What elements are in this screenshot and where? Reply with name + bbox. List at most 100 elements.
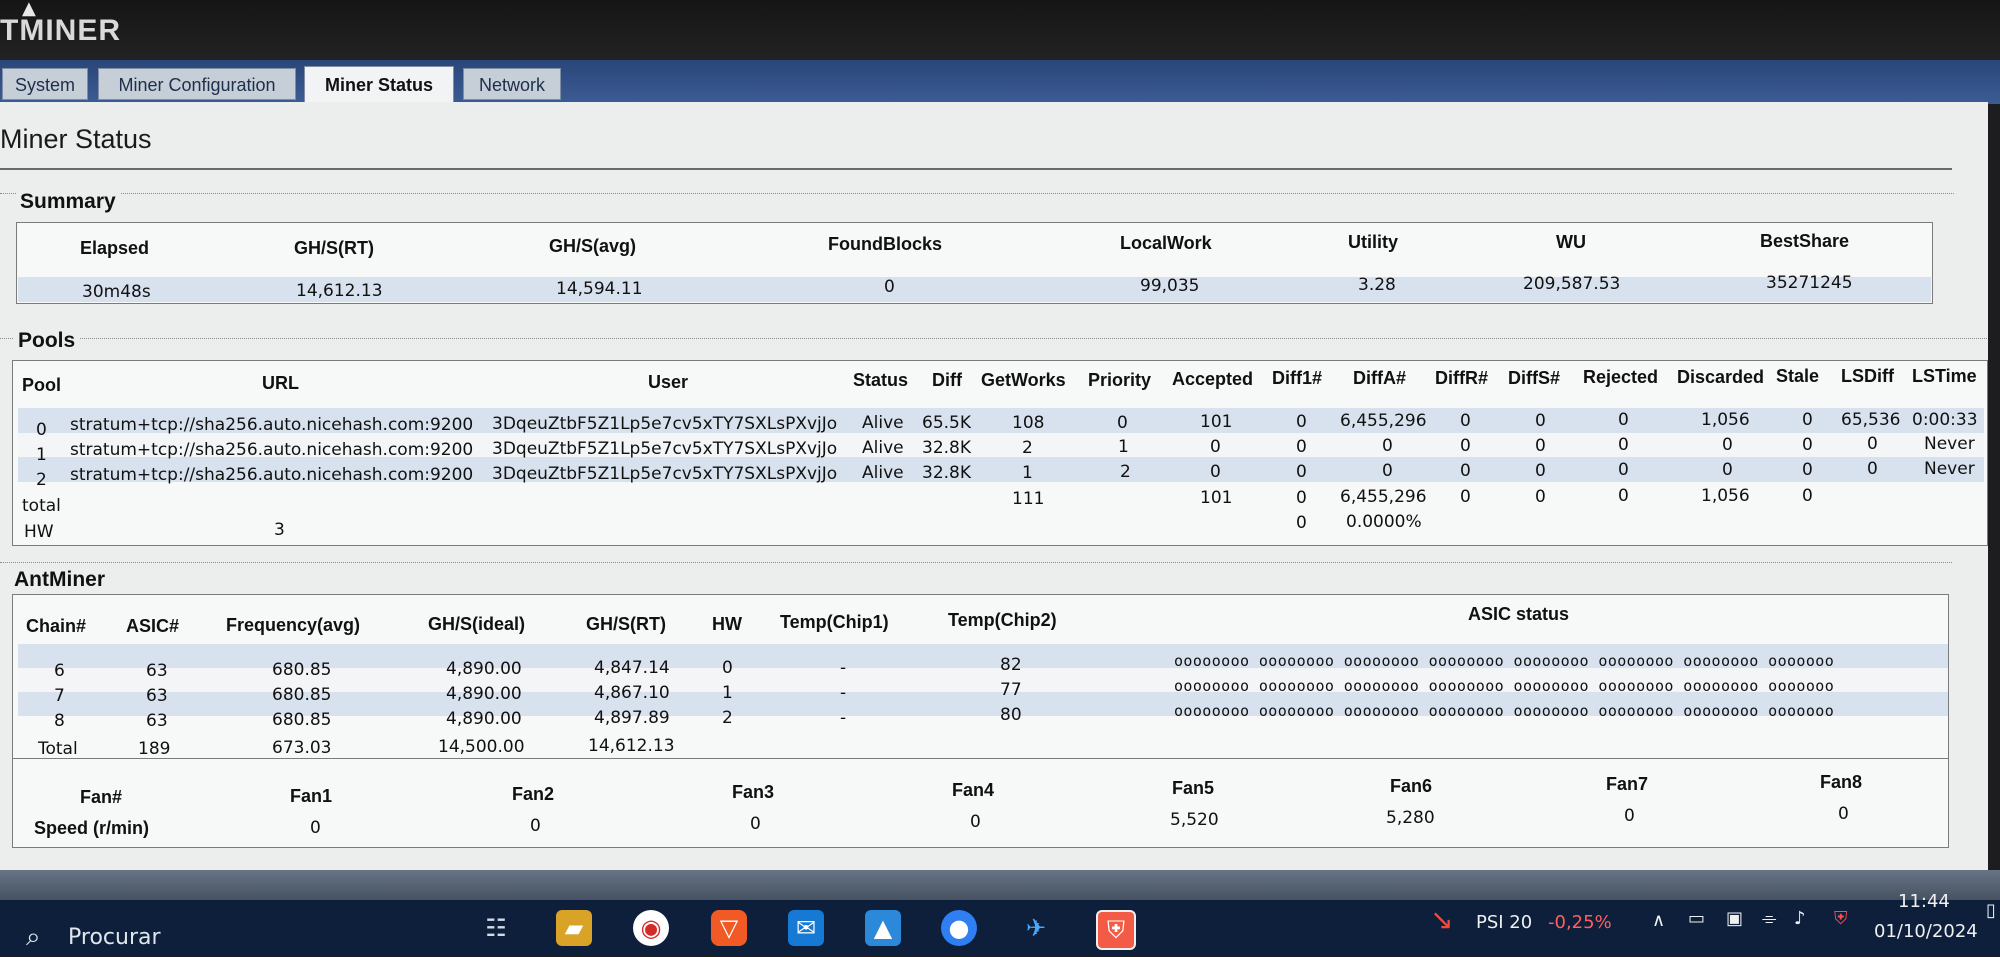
summary-col-localwork: LocalWork xyxy=(1120,233,1212,253)
antminer-col-temp-chip1: Temp(Chip1) xyxy=(780,612,889,632)
outlook-icon[interactable]: ✉ xyxy=(788,910,824,946)
security-tray-icon[interactable]: ⛨ xyxy=(1834,908,1848,929)
pools-hw-diff1: 0 xyxy=(1296,513,1307,533)
tray-device-icon[interactable]: ▭ xyxy=(1688,908,1705,929)
pool-row-2-priority: 2 xyxy=(1120,462,1131,482)
pool-row-1-priority: 1 xyxy=(1118,437,1129,457)
pools-col-discarded: Discarded xyxy=(1677,367,1765,387)
network-adapter-icon[interactable]: ▣ xyxy=(1726,908,1743,929)
fan6-name: Fan6 xyxy=(1390,776,1433,796)
pools-col-diffa: DiffA# xyxy=(1353,368,1406,388)
file-explorer-icon[interactable]: ▰ xyxy=(556,910,592,946)
fan8-speed: 0 xyxy=(1838,804,1849,824)
pool-row-2-accepted: 0 xyxy=(1210,462,1221,482)
pool-row-1-diffa: 0 xyxy=(1382,436,1393,456)
summary-col-bestshare: BestShare xyxy=(1760,231,1850,251)
pool-row-2-stale: 0 xyxy=(1802,460,1813,480)
pools-col-accepted: Accepted xyxy=(1172,369,1254,389)
page-footer-band xyxy=(0,870,2000,902)
pools-total-discarded: 1,056 xyxy=(1701,486,1750,506)
fan5-name: Fan5 xyxy=(1172,778,1215,798)
tab-miner-status[interactable]: Miner Status xyxy=(304,66,454,104)
pool-row-0-user: 3DqeuZtbF5Z1Lp5e7cv5xTY7SXLsPXvjJo xyxy=(492,414,838,434)
summary-title: Summary xyxy=(16,190,120,214)
antminer-fieldset-line xyxy=(0,562,1952,563)
tab-miner-configuration[interactable]: Miner Configuration xyxy=(98,68,296,100)
summary-ghs-rt: 14,612.13 xyxy=(296,281,383,301)
zoom-icon[interactable]: ● xyxy=(941,910,977,946)
chain-row-6-asic: 63 xyxy=(146,661,168,681)
chain-row-8-asic-status: oooooooo oooooooo oooooooo oooooooo oooo… xyxy=(1174,702,1835,720)
pools-col-priority: Priority xyxy=(1088,370,1152,390)
pools-total-getworks: 111 xyxy=(1012,489,1045,509)
fan1-speed: 0 xyxy=(310,818,321,838)
antminer-col-chain: Chain# xyxy=(26,616,87,636)
security-app-icon[interactable]: ⛨ xyxy=(1096,910,1136,950)
pool-row-0-rejected: 0 xyxy=(1618,410,1629,430)
pools-fieldset-line xyxy=(0,338,1987,339)
pool-row-0-index: 0 xyxy=(36,420,47,440)
antminer-col-hw: HW xyxy=(712,614,742,634)
pool-row-1-diff: 32.8K xyxy=(922,438,971,458)
fan2-name: Fan2 xyxy=(512,784,555,804)
chain-total-frequency: 673.03 xyxy=(272,738,332,758)
volume-icon[interactable]: ♪ xyxy=(1794,908,1806,929)
photos-icon[interactable]: ▲ xyxy=(865,910,901,946)
chain-row-8-ghs-rt: 4,897.89 xyxy=(594,708,670,728)
chain-total-label: Total xyxy=(38,739,78,759)
pools-total-diffs: 0 xyxy=(1535,487,1546,507)
bird-app-icon[interactable]: ✈ xyxy=(1018,910,1054,946)
antminer-col-temp-chip2: Temp(Chip2) xyxy=(948,610,1057,630)
pool-row-1-status: Alive xyxy=(862,438,904,458)
pools-total-rejected: 0 xyxy=(1618,486,1629,506)
chain-row-6-frequency: 680.85 xyxy=(272,660,332,680)
pools-total-accepted: 101 xyxy=(1200,488,1233,508)
chain-total-ghs-rt: 14,612.13 xyxy=(588,736,675,756)
summary-localwork: 99,035 xyxy=(1140,276,1200,296)
pools-col-status: Status xyxy=(853,370,909,390)
tab-system[interactable]: System xyxy=(2,68,88,100)
pool-row-2-url: stratum+tcp://sha256.auto.nicehash.com:9… xyxy=(70,465,474,485)
tab-network[interactable]: Network xyxy=(463,68,561,100)
taskbar-search[interactable]: ⌕ Procurar xyxy=(18,917,458,957)
antminer-col-ghs-rt: GH/S(RT) xyxy=(586,614,666,634)
chain-row-6-ghs-rt: 4,847.14 xyxy=(594,658,670,678)
pool-row-1-user: 3DqeuZtbF5Z1Lp5e7cv5xTY7SXLsPXvjJo xyxy=(492,439,838,459)
chain-row-6-asic-status: oooooooo oooooooo oooooooo oooooooo oooo… xyxy=(1174,652,1835,670)
taskbar-date[interactable]: 01/10/2024 xyxy=(1874,921,1978,942)
pools-col-lstime: LSTime xyxy=(1912,366,1977,386)
pools-col-diffr: DiffR# xyxy=(1435,368,1488,388)
chrome-icon[interactable]: ◉ xyxy=(633,910,669,946)
chain-row-6-temp-chip2: 82 xyxy=(1000,655,1022,675)
pool-row-2-user: 3DqeuZtbF5Z1Lp5e7cv5xTY7SXLsPXvjJo xyxy=(492,464,838,484)
pools-hw-label: HW xyxy=(24,522,54,542)
taskbar-search-placeholder: Procurar xyxy=(68,925,161,950)
summary-utility: 3.28 xyxy=(1358,275,1396,295)
pools-total-stale: 0 xyxy=(1802,486,1813,506)
brand-name: TMINER xyxy=(0,14,121,47)
fan7-speed: 0 xyxy=(1624,806,1635,826)
fan7-name: Fan7 xyxy=(1606,774,1649,794)
taskbar-time[interactable]: 11:44 xyxy=(1898,891,1950,912)
pool-row-1-getworks: 2 xyxy=(1022,438,1033,458)
stock-chart-icon: ↘ xyxy=(1430,903,1454,936)
pools-hw-value: 3 xyxy=(274,520,285,540)
fan1-name: Fan1 xyxy=(290,786,333,806)
chain-row-7-temp-chip2: 77 xyxy=(1000,680,1022,700)
chain-total-ghs-ideal: 14,500.00 xyxy=(438,737,525,757)
pool-row-0-accepted: 101 xyxy=(1200,412,1233,432)
brave-icon[interactable]: ▽ xyxy=(711,910,747,946)
pools-title: Pools xyxy=(14,329,80,353)
pools-total-diffr: 0 xyxy=(1460,487,1471,507)
pool-row-1-accepted: 0 xyxy=(1210,437,1221,457)
pools-total-diffa: 6,455,296 xyxy=(1340,487,1427,507)
pool-row-0-diffa: 6,455,296 xyxy=(1340,411,1427,431)
wifi-icon[interactable]: ⌯ xyxy=(1762,908,1776,929)
antminer-col-frequency: Frequency(avg) xyxy=(226,615,361,635)
pool-row-1-lstime: Never xyxy=(1924,434,1975,454)
task-view-icon[interactable]: ☷ xyxy=(478,910,514,946)
chain-total-asic: 189 xyxy=(138,739,171,759)
show-hidden-icons-icon[interactable]: ∧ xyxy=(1652,910,1665,931)
search-icon: ⌕ xyxy=(26,922,41,952)
notifications-icon[interactable]: ▯ xyxy=(1986,900,1996,921)
